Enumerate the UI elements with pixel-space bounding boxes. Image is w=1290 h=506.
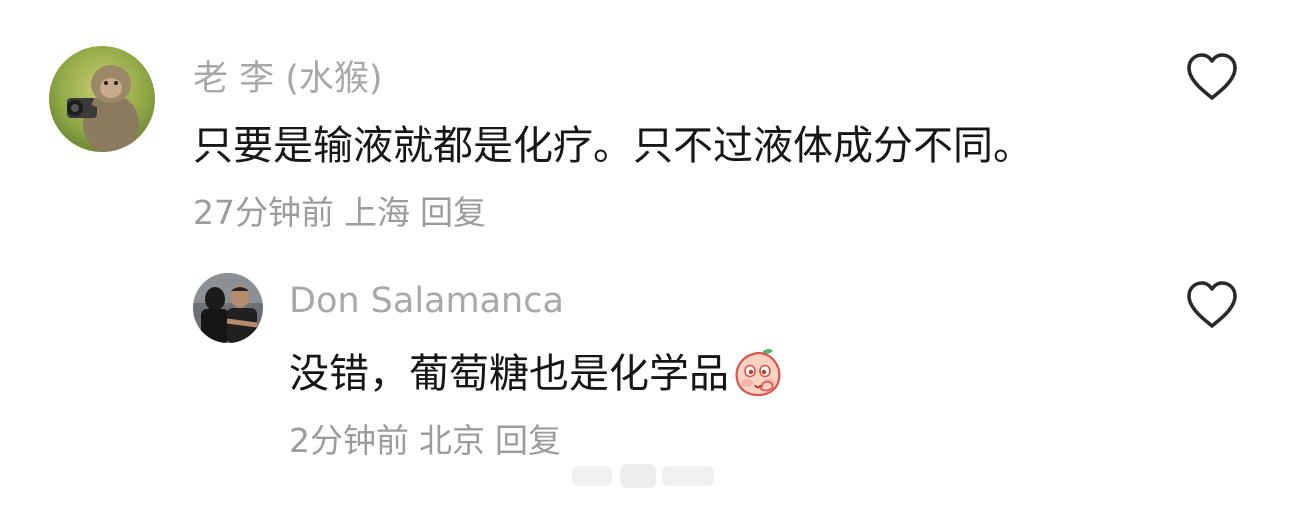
avatar[interactable] bbox=[193, 273, 263, 343]
avatar[interactable] bbox=[49, 46, 155, 152]
comment-text: 只要是输液就都是化疗。只不过液体成分不同。 bbox=[193, 123, 1033, 169]
username[interactable]: 老 李 (水猴) bbox=[193, 50, 383, 101]
comment-meta: 2分钟前 北京 回复 bbox=[289, 414, 571, 462]
reply-button[interactable]: 回复 bbox=[495, 421, 561, 460]
comment-text-body: 没错，葡萄糖也是化学品 bbox=[289, 351, 729, 397]
comment-location: 北京 bbox=[419, 421, 485, 460]
peach-emoji-sticker bbox=[733, 345, 783, 397]
comment-time: 2分钟前 bbox=[289, 421, 409, 460]
reply-button[interactable]: 回复 bbox=[420, 193, 486, 232]
watermark bbox=[568, 458, 718, 492]
monkey-avatar-image bbox=[49, 46, 155, 152]
username[interactable]: Don Salamanca bbox=[289, 281, 564, 321]
comment-meta: 27分钟前 上海 回复 bbox=[193, 186, 496, 234]
heart-outline-icon[interactable] bbox=[1185, 52, 1239, 102]
comment-time: 27分钟前 bbox=[193, 193, 334, 232]
comment-text: 没错，葡萄糖也是化学品 bbox=[289, 341, 783, 399]
comment-location: 上海 bbox=[344, 193, 410, 232]
two-men-avatar-image bbox=[193, 273, 263, 343]
heart-outline-icon[interactable] bbox=[1185, 280, 1239, 330]
